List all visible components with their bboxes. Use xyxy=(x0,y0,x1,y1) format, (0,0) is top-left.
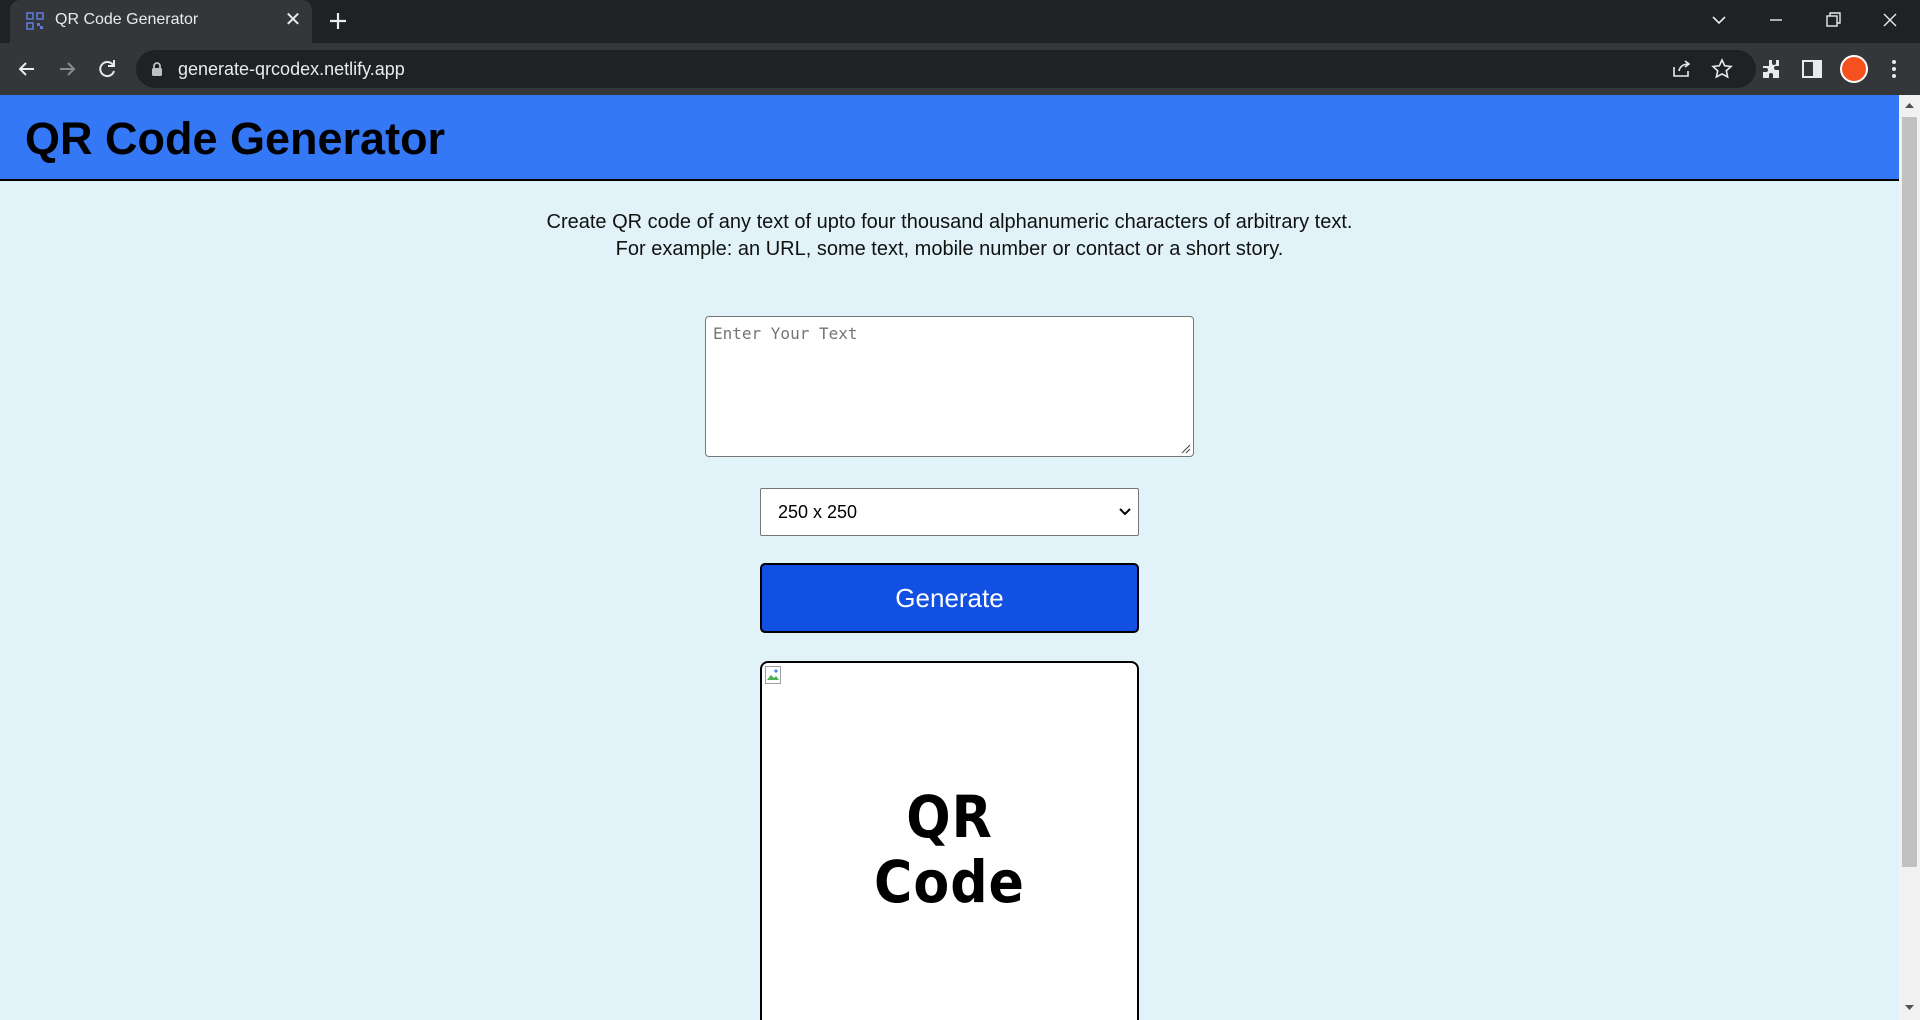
tab-search-chevron-icon[interactable] xyxy=(1703,6,1735,34)
url-text[interactable]: generate-qrcodex.netlify.app xyxy=(178,59,405,80)
qr-placeholder-text: QR Code xyxy=(762,785,1137,915)
page-viewport: QR Code Generator Create QR code of any … xyxy=(0,95,1899,1020)
side-panel-icon[interactable] xyxy=(1800,57,1824,81)
tab-close-icon[interactable]: ✕ xyxy=(282,9,304,31)
vertical-scrollbar[interactable] xyxy=(1899,95,1920,1020)
generate-button[interactable]: Generate xyxy=(760,563,1139,633)
reload-icon[interactable] xyxy=(93,55,121,83)
scroll-down-arrow-icon[interactable] xyxy=(1904,1004,1915,1012)
tab-title: QR Code Generator xyxy=(55,11,199,28)
qr-favicon-icon xyxy=(26,12,44,30)
qr-preview-box: QR Code xyxy=(760,661,1139,1020)
browser-toolbar: generate-qrcodex.netlify.app xyxy=(0,43,1920,95)
chevron-down-icon xyxy=(1119,508,1131,516)
qr-placeholder-line-1: QR xyxy=(906,783,993,851)
browser-tab-strip: QR Code Generator ✕ xyxy=(0,0,1920,43)
description-line-1: Create QR code of any text of upto four … xyxy=(546,211,1353,233)
new-tab-icon[interactable] xyxy=(325,8,351,34)
scroll-up-arrow-icon[interactable] xyxy=(1904,101,1915,109)
minimize-icon[interactable] xyxy=(1760,6,1792,34)
qr-text-input[interactable] xyxy=(705,316,1194,457)
qr-placeholder-line-2: Code xyxy=(874,848,1025,916)
close-window-icon[interactable] xyxy=(1874,6,1906,34)
resize-handle-icon[interactable] xyxy=(1180,443,1191,454)
browser-tab[interactable]: QR Code Generator ✕ xyxy=(10,0,312,43)
page-title: QR Code Generator xyxy=(25,113,446,164)
restore-icon[interactable] xyxy=(1817,6,1849,34)
description-line-2: For example: an URL, some text, mobile n… xyxy=(615,238,1284,260)
share-icon[interactable] xyxy=(1670,58,1692,80)
description: Create QR code of any text of upto four … xyxy=(0,209,1899,263)
more-menu-icon[interactable] xyxy=(1882,57,1906,81)
scroll-thumb[interactable] xyxy=(1902,117,1917,867)
size-select[interactable]: 250 x 250 xyxy=(760,488,1139,536)
lock-icon[interactable] xyxy=(150,61,164,77)
back-icon[interactable] xyxy=(13,55,41,83)
profile-avatar[interactable] xyxy=(1840,55,1868,83)
site-header: QR Code Generator xyxy=(0,95,1899,181)
address-bar[interactable]: generate-qrcodex.netlify.app xyxy=(136,50,1756,88)
extensions-icon[interactable] xyxy=(1760,57,1784,81)
broken-image-icon xyxy=(765,666,781,684)
forward-icon[interactable] xyxy=(53,55,81,83)
size-select-value: 250 x 250 xyxy=(778,502,858,522)
bookmark-star-icon[interactable] xyxy=(1711,58,1733,80)
